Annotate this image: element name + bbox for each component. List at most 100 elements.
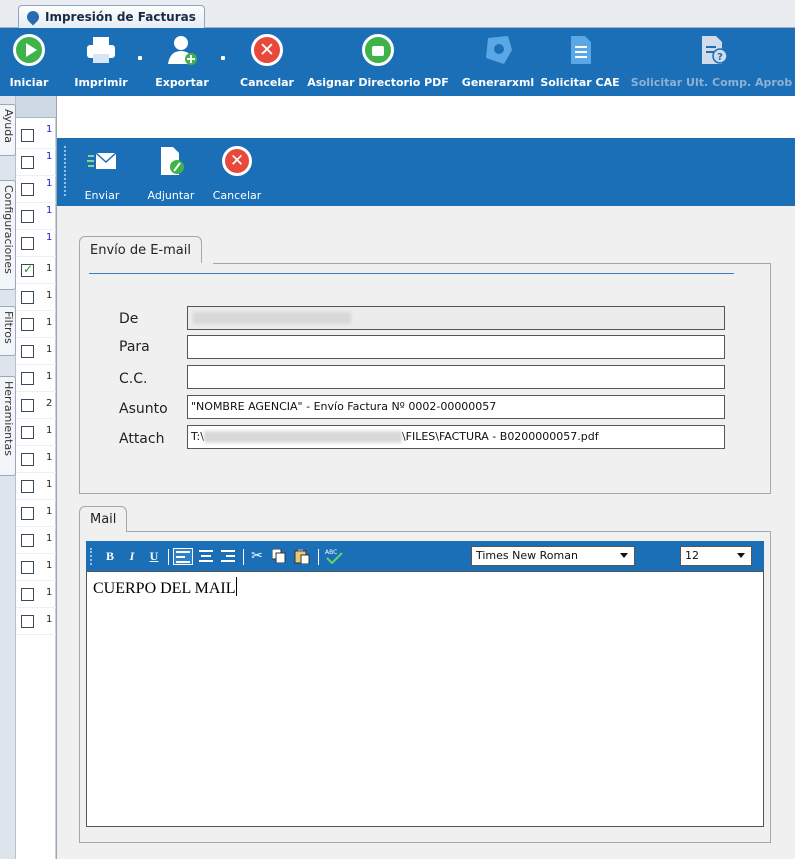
row-number: 1 [46, 151, 53, 162]
app-pin-icon [24, 8, 42, 26]
cc-field[interactable] [187, 365, 725, 389]
spellcheck-button[interactable]: ABC [323, 548, 345, 565]
table-row[interactable]: 1 [16, 365, 56, 392]
table-row[interactable]: 1 [16, 284, 56, 311]
table-row[interactable]: 1 [16, 203, 56, 230]
copy-icon [271, 548, 286, 564]
align-left-button[interactable] [173, 548, 193, 565]
text-caret [235, 577, 237, 596]
imprimir-dropdown-icon[interactable] [138, 56, 142, 60]
attach-field[interactable]: T:\ \FILES\FACTURA - B0200000057.pdf [187, 425, 725, 449]
row-number: 1 [46, 205, 53, 216]
send-mail-icon [87, 152, 117, 169]
row-checkbox[interactable] [21, 426, 34, 439]
table-row[interactable]: 2 [16, 392, 56, 419]
generarxml-button[interactable]: Generarxml [458, 28, 538, 96]
font-size-select[interactable]: 12 [680, 546, 752, 566]
copy-button[interactable] [270, 548, 288, 565]
bold-button[interactable]: B [102, 548, 118, 565]
row-number: 1 [46, 506, 53, 517]
row-checkbox[interactable] [21, 561, 34, 574]
side-tab-herramientas[interactable]: Herramientas [0, 376, 16, 476]
iniciar-button[interactable]: Iniciar [0, 28, 58, 96]
iniciar-label: Iniciar [9, 76, 49, 89]
email-group-tab[interactable]: Envío de E-mail [79, 236, 202, 264]
paste-icon [294, 549, 310, 565]
mail-body-editor[interactable]: CUERPO DEL MAIL [86, 571, 764, 827]
table-row[interactable]: 1 [16, 608, 56, 635]
row-checkbox[interactable] [21, 399, 34, 412]
subject-field[interactable]: "NOMBRE AGENCIA" - Envío Factura Nº 0002… [187, 395, 725, 419]
align-right-button[interactable] [219, 548, 237, 565]
printer-icon [87, 37, 115, 63]
table-row[interactable]: 1 [16, 446, 56, 473]
table-row[interactable]: 1 [16, 473, 56, 500]
row-checkbox[interactable] [21, 534, 34, 547]
row-checkbox[interactable] [21, 318, 34, 331]
row-checkbox[interactable] [21, 453, 34, 466]
paste-button[interactable] [292, 548, 312, 565]
table-row[interactable]: 1 [16, 122, 56, 149]
table-row[interactable]: 1 [16, 311, 56, 338]
table-row[interactable]: 1 [16, 230, 56, 257]
table-row[interactable]: 1 [16, 149, 56, 176]
toolbar-separator [168, 549, 169, 565]
row-checkbox[interactable] [21, 615, 34, 628]
asignar-directorio-pdf-button[interactable]: Asignar Directorio PDF [302, 28, 454, 96]
table-row[interactable]: 1 [16, 581, 56, 608]
row-checkbox[interactable] [21, 345, 34, 358]
row-checkbox[interactable] [21, 129, 34, 142]
mail-group-tab[interactable]: Mail [79, 506, 128, 532]
document-tab-strip: Impresión de Facturas [0, 0, 795, 29]
tab-joiner [80, 263, 213, 265]
row-checkbox[interactable] [21, 507, 34, 520]
cancelar-button[interactable]: ✕ Cancelar [234, 28, 300, 96]
to-field[interactable] [187, 335, 725, 359]
imprimir-button[interactable]: Imprimir [70, 28, 132, 96]
row-checkbox[interactable] [21, 210, 34, 223]
enviar-button[interactable]: Enviar [77, 138, 127, 206]
exportar-dropdown-icon[interactable] [221, 56, 225, 60]
side-tab-configuraciones[interactable]: Configuraciones [0, 180, 16, 290]
adjuntar-button[interactable]: Adjuntar [141, 138, 201, 206]
toolbar-grip [64, 146, 66, 196]
table-row[interactable]: 1 [16, 500, 56, 527]
email-dialog: Enviar Adjuntar ✕ Cancelar Envío de E-ma… [56, 96, 795, 859]
from-field[interactable] [187, 306, 725, 330]
export-user-icon [168, 36, 197, 65]
row-checkbox[interactable] [21, 262, 34, 277]
row-checkbox[interactable] [21, 480, 34, 493]
toolbar-separator [318, 549, 319, 565]
font-family-select[interactable]: Times New Roman [471, 546, 635, 566]
cancelar-dialog-button[interactable]: ✕ Cancelar [207, 138, 267, 206]
cut-button[interactable]: ✂ [248, 548, 266, 565]
main-ribbon: Iniciar Imprimir Exportar ✕ Cancelar Asi… [0, 28, 795, 96]
exportar-button[interactable]: Exportar [150, 28, 214, 96]
tab-impresion-de-facturas[interactable]: Impresión de Facturas [18, 5, 205, 29]
side-tab-ayuda[interactable]: Ayuda [0, 104, 16, 156]
italic-button[interactable]: I [124, 548, 140, 565]
row-checkbox[interactable] [21, 237, 34, 250]
side-tab-filtros[interactable]: Filtros [0, 306, 16, 356]
table-row[interactable]: 1 [16, 419, 56, 446]
side-tab-strip: Ayuda Configuraciones Filtros Herramient… [0, 96, 16, 859]
dialog-title-area [57, 96, 795, 138]
enviar-label: Enviar [84, 189, 120, 202]
row-checkbox[interactable] [21, 588, 34, 601]
chevron-down-icon [620, 553, 628, 558]
row-checkbox[interactable] [21, 372, 34, 385]
table-row[interactable]: 1 [16, 257, 56, 284]
table-row[interactable]: 1 [16, 554, 56, 581]
align-center-button[interactable] [197, 548, 215, 565]
underline-button[interactable]: U [146, 548, 162, 565]
row-number: 1 [46, 614, 53, 625]
row-checkbox[interactable] [21, 156, 34, 169]
row-checkbox[interactable] [21, 291, 34, 304]
solicitar-cae-button[interactable]: Solicitar CAE [540, 28, 620, 96]
table-row[interactable]: 1 [16, 338, 56, 365]
table-row[interactable]: 1 [16, 176, 56, 203]
table-row[interactable]: 1 [16, 527, 56, 554]
row-number: 1 [46, 560, 53, 571]
row-checkbox[interactable] [21, 183, 34, 196]
solicitar-ult-comp-aprob-button[interactable]: ? Solicitar Ult. Comp. Aprob [628, 28, 795, 96]
